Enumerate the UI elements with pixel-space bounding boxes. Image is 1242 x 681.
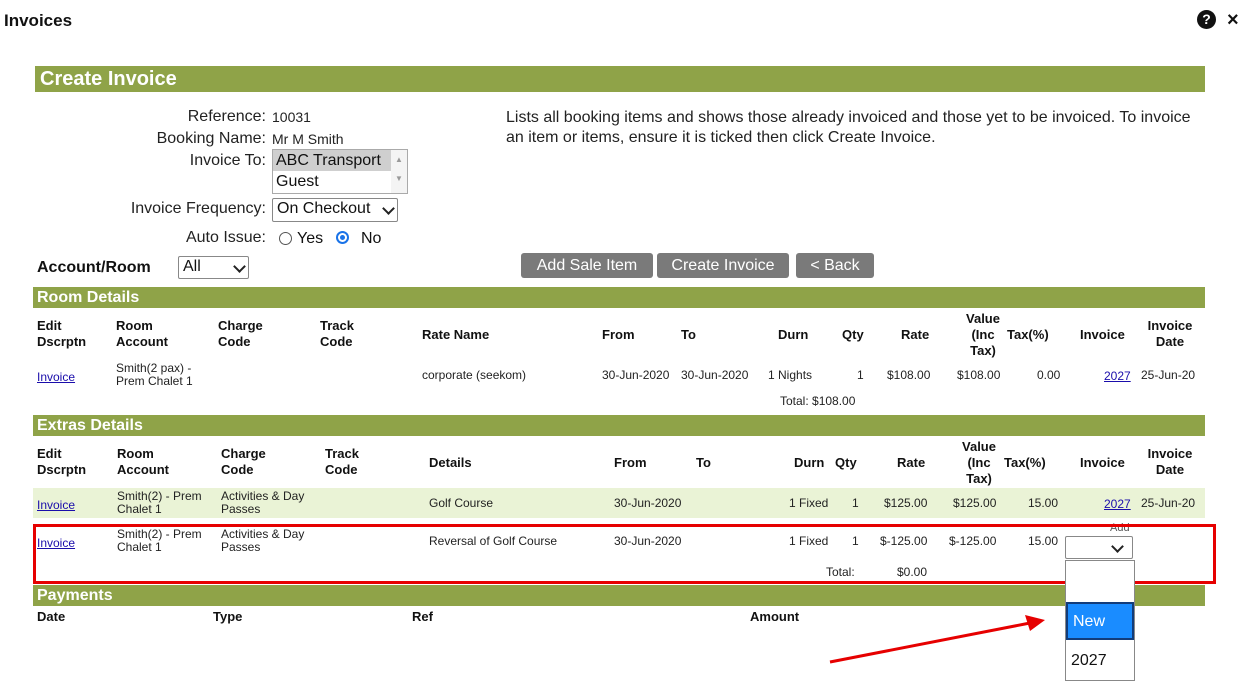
col-from: From: [614, 455, 647, 470]
col-track-code: Track Code: [320, 318, 354, 349]
edit-description-link[interactable]: Invoice: [37, 370, 75, 384]
col-durn: Durn: [778, 327, 809, 342]
col-value: Value (Inc Tax): [966, 311, 1000, 358]
invoice-date-cell: 25-Jun-20: [1141, 368, 1196, 382]
from-cell: 30-Jun-2020: [614, 496, 682, 510]
payments-header: Payments: [33, 585, 1205, 606]
account-room-value: All: [183, 258, 201, 275]
tax-cell: 0.00: [1037, 368, 1061, 382]
booking-name-label: Booking Name:: [156, 130, 266, 147]
col-charge-code: Charge Code: [221, 446, 266, 477]
col-from: From: [602, 327, 635, 342]
chevron-down-icon: [382, 202, 395, 215]
durn-cell: 1 Fixed: [789, 496, 829, 510]
invoice-to-listbox[interactable]: ABC Transport Guest ▲ ▼: [272, 149, 408, 194]
auto-issue-yes-label: Yes: [297, 230, 324, 247]
col-invoice-date: Invoice Date: [1147, 446, 1193, 477]
highlight-annotation-box: [33, 524, 1216, 584]
invoice-number-link[interactable]: 2027: [1104, 369, 1131, 383]
auto-issue-label: Auto Issue:: [185, 229, 266, 246]
qty-cell: 1: [857, 368, 864, 382]
invoice-to-option[interactable]: ABC Transport: [273, 150, 407, 171]
auto-issue-no-radio[interactable]: [336, 231, 349, 244]
room-details-header: Room Details: [33, 287, 1205, 308]
invoice-to-option[interactable]: Guest: [273, 171, 407, 192]
invoice-frequency-select[interactable]: On Checkout: [272, 198, 398, 222]
col-room-account: Room Account: [116, 318, 168, 349]
invoice-date-cell: 25-Jun-20: [1141, 496, 1196, 510]
dropdown-option-2027[interactable]: 2027: [1066, 646, 1134, 676]
col-invoice: Invoice: [1080, 455, 1125, 470]
add-sale-item-button[interactable]: Add Sale Item: [521, 253, 653, 278]
invoice-frequency-label: Invoice Frequency:: [130, 200, 266, 217]
invoice-frequency-value: On Checkout: [277, 200, 371, 217]
reference-value: 10031: [272, 109, 311, 125]
rate-cell: $125.00: [884, 496, 928, 510]
invoice-number-link[interactable]: 2027: [1104, 497, 1131, 511]
col-edit: Edit Dscrptn: [37, 318, 87, 349]
account-room-label: Account/Room: [37, 259, 151, 276]
room-total: Total: $108.00: [780, 394, 856, 408]
dropdown-option-blank[interactable]: [1066, 563, 1134, 593]
room-account-cell: Smith(2 pax) - Prem Chalet 1: [116, 361, 193, 388]
arrow-annotation-icon: [829, 615, 1045, 664]
col-value: Value (Inc Tax): [962, 439, 996, 486]
room-account-cell: Smith(2) - Prem Chalet 1: [117, 489, 202, 516]
close-icon[interactable]: ×: [1227, 10, 1239, 30]
rate-name-cell: corporate (seekom): [422, 368, 527, 382]
col-to: To: [681, 327, 696, 342]
charge-code-cell: Activities & Day Passes: [221, 489, 305, 516]
to-cell: 30-Jun-2020: [681, 368, 749, 382]
value-cell: $125.00: [953, 496, 997, 510]
from-cell: 30-Jun-2020: [602, 368, 670, 382]
instructions-text: Lists all booking items and shows those …: [506, 109, 1191, 146]
invoice-to-label: Invoice To:: [189, 152, 266, 169]
dropdown-option-new[interactable]: New: [1066, 602, 1134, 640]
col-rate: Rate: [897, 455, 926, 470]
value-cell: $108.00: [957, 368, 1001, 382]
col-rate-name: Rate Name: [422, 327, 490, 342]
extras-details-header: Extras Details: [33, 415, 1205, 436]
col-invoice: Invoice: [1080, 327, 1125, 342]
details-cell: Golf Course: [429, 496, 494, 510]
col-rate: Rate: [901, 327, 930, 342]
col-to: To: [696, 455, 711, 470]
col-date: Date: [37, 609, 66, 624]
durn-cell: 1 Nights: [768, 368, 813, 382]
create-invoice-button[interactable]: Create Invoice: [657, 253, 789, 278]
col-edit: Edit Dscrptn: [37, 446, 87, 477]
auto-issue-no-label: No: [361, 230, 382, 247]
edit-description-link[interactable]: Invoice: [37, 498, 75, 512]
account-room-select[interactable]: All: [178, 256, 249, 279]
col-ref: Ref: [412, 609, 433, 624]
col-qty: Qty: [835, 455, 857, 470]
rate-cell: $108.00: [887, 368, 931, 382]
chevron-down-icon: [233, 260, 246, 273]
question-circle-icon[interactable]: ?: [1197, 10, 1216, 29]
tax-cell: 15.00: [1028, 496, 1059, 510]
col-invoice-date: Invoice Date: [1147, 318, 1193, 349]
col-track-code: Track Code: [325, 446, 359, 477]
qty-cell: 1: [852, 496, 859, 510]
auto-issue-yes-radio[interactable]: [279, 232, 292, 245]
window-title: Invoices: [4, 11, 73, 30]
col-qty: Qty: [842, 327, 864, 342]
reference-label: Reference:: [187, 108, 266, 125]
col-details: Details: [429, 455, 472, 470]
booking-name-value: Mr M Smith: [272, 131, 344, 147]
invoice-dropdown-list[interactable]: New 2027: [1065, 560, 1135, 681]
col-tax: Tax(%): [1007, 327, 1049, 342]
col-type: Type: [213, 609, 243, 624]
col-amount: Amount: [750, 609, 800, 624]
back-button[interactable]: < Back: [796, 253, 874, 278]
col-charge-code: Charge Code: [218, 318, 263, 349]
col-room-account: Room Account: [117, 446, 169, 477]
create-invoice-banner: Create Invoice: [35, 66, 1205, 92]
listbox-scrollbar[interactable]: ▲ ▼: [391, 150, 407, 193]
col-durn: Durn: [794, 455, 825, 470]
col-tax: Tax(%): [1004, 455, 1046, 470]
